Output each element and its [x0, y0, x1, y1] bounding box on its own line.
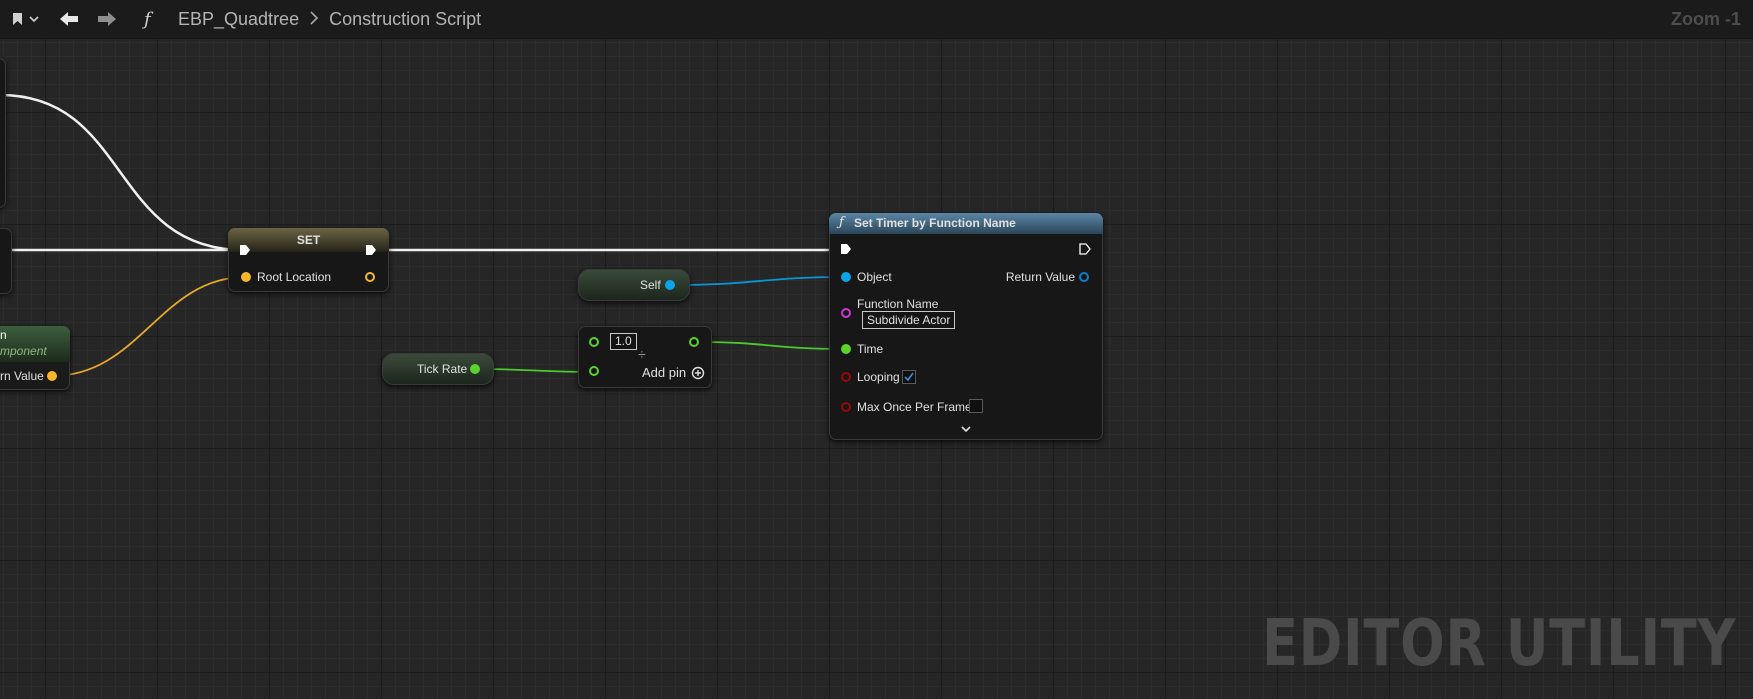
time-label: Time	[857, 342, 884, 356]
divide-operator-icon: ÷	[638, 346, 646, 362]
set-timer-title: Set Timer by Function Name	[854, 216, 1016, 230]
exec-out-pin[interactable]	[1079, 243, 1091, 255]
back-button[interactable]	[56, 6, 82, 32]
divide-a-pin[interactable]	[589, 337, 599, 347]
node-set-timer-by-function-name[interactable]: ƒ Set Timer by Function Name Object Retu…	[829, 213, 1103, 440]
zoom-level: Zoom -1	[1671, 9, 1741, 29]
node-title-fragment: n	[0, 328, 7, 342]
add-pin-icon[interactable]	[691, 366, 705, 380]
looping-label: Looping	[857, 370, 900, 384]
object-pin[interactable]	[841, 272, 851, 282]
tick-rate-label: Tick Rate	[417, 362, 468, 376]
object-label: Object	[857, 270, 892, 284]
return-value-pin[interactable]	[1079, 272, 1089, 282]
node-divide[interactable]: 1.0 ÷ Add pin	[578, 326, 712, 388]
graph-toolbar: ƒ EBP_Quadtree Construction Script Zoom …	[0, 0, 1753, 39]
node-left-top[interactable]	[0, 58, 6, 208]
function-name-label: Function Name	[857, 297, 939, 311]
object-wire[interactable]	[669, 276, 847, 286]
self-out-pin[interactable]	[665, 280, 675, 290]
exec-wire-upper[interactable]	[0, 93, 245, 252]
add-pin-label[interactable]: Add pin	[642, 365, 686, 380]
vector-wire[interactable]	[51, 276, 247, 377]
breadcrumb-blueprint[interactable]: EBP_Quadtree	[178, 9, 299, 30]
arrow-right-icon	[98, 12, 116, 26]
time-pin[interactable]	[841, 344, 851, 354]
divide-a-value[interactable]: 1.0	[610, 333, 637, 350]
chevron-right-icon	[309, 9, 319, 30]
root-location-in-pin[interactable]	[241, 272, 251, 282]
root-location-label: Root Location	[257, 270, 332, 284]
arrow-left-icon	[60, 12, 78, 26]
checkmark-icon	[904, 372, 914, 382]
bookmark-menu-button[interactable]	[8, 6, 42, 32]
exec-in-pin[interactable]	[840, 243, 852, 255]
exec-out-pin[interactable]	[365, 244, 377, 256]
divide-out-pin[interactable]	[689, 337, 699, 347]
node-left-get-component[interactable]: n mponent rn Value	[0, 326, 70, 390]
max-once-per-frame-checkbox[interactable]	[969, 399, 983, 413]
root-location-out-pin[interactable]	[365, 272, 375, 282]
return-value-label: rn Value	[0, 369, 44, 383]
function-name-pin[interactable]	[841, 308, 851, 318]
bookmark-icon	[13, 13, 39, 25]
breadcrumb-graph[interactable]: Construction Script	[329, 9, 481, 30]
exec-in-pin[interactable]	[239, 244, 251, 256]
node-left-exec[interactable]	[0, 228, 12, 294]
node-tick-rate[interactable]: Tick Rate	[382, 353, 494, 385]
function-icon: ƒ	[839, 215, 844, 230]
max-once-per-frame-pin[interactable]	[841, 402, 851, 412]
divide-b-pin[interactable]	[589, 366, 599, 376]
expand-advanced-icon[interactable]	[960, 425, 972, 435]
function-name-field[interactable]: Subdivide Actor	[862, 311, 956, 329]
self-label: Self	[640, 278, 661, 292]
forward-button[interactable]	[94, 6, 120, 32]
node-self[interactable]: Self	[578, 269, 690, 301]
looping-pin[interactable]	[841, 372, 851, 382]
node-set[interactable]: SET Root Location	[228, 228, 389, 292]
svg-text:ƒ: ƒ	[142, 9, 154, 30]
breadcrumb: EBP_Quadtree Construction Script	[178, 8, 481, 30]
max-once-per-frame-label: Max Once Per Frame	[857, 400, 972, 414]
function-graph-icon: ƒ	[140, 6, 162, 32]
editor-utility-watermark: EDITOR UTILITY	[1261, 607, 1736, 681]
float-wire-time[interactable]	[695, 341, 847, 350]
return-value-pin[interactable]	[47, 371, 57, 381]
tick-rate-out-pin[interactable]	[470, 364, 480, 374]
return-value-label: Return Value	[1005, 270, 1075, 284]
looping-checkbox[interactable]	[902, 370, 916, 384]
node-subtitle-fragment: mponent	[0, 344, 47, 358]
